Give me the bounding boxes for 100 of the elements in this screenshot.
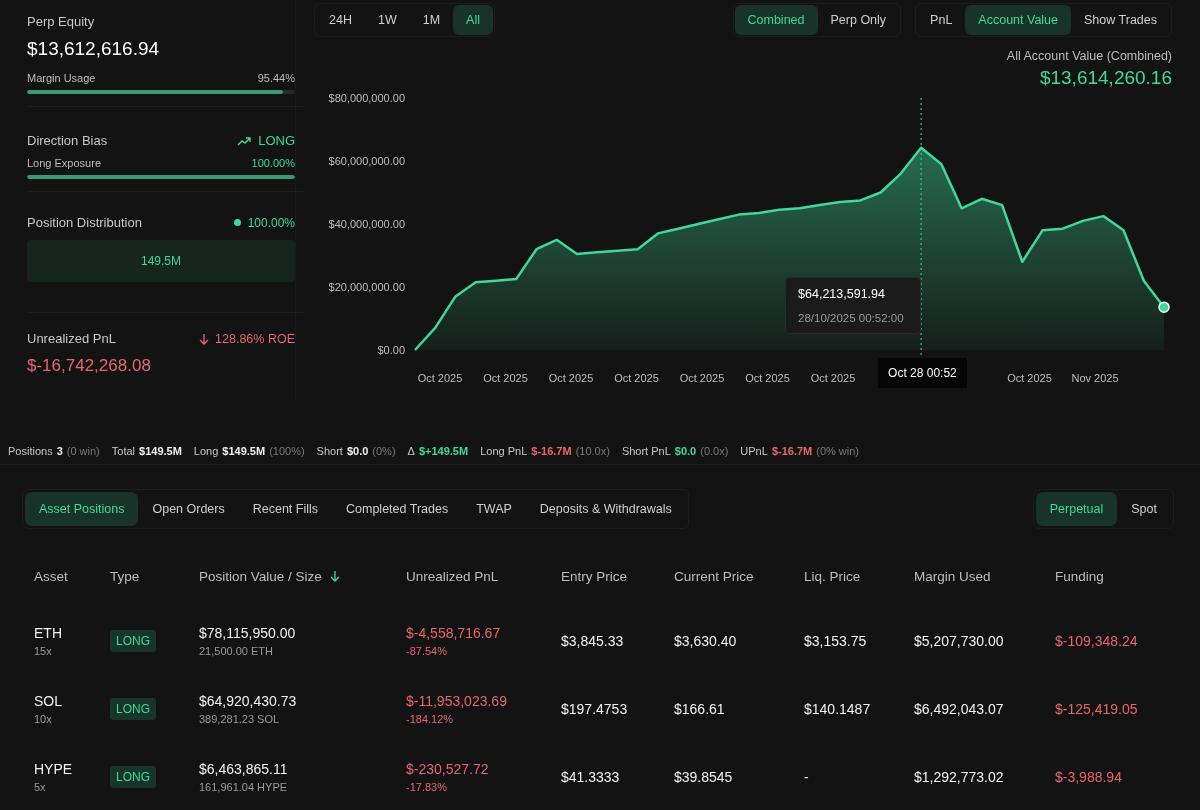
current-value: $13,614,260.16 bbox=[1038, 67, 1172, 89]
table-cell-text: $197.4753 bbox=[561, 701, 629, 717]
side-badge: LONG bbox=[110, 630, 156, 652]
table-cell-text: $3,153.75 bbox=[804, 633, 868, 649]
table-cell-text: $3,630.40 bbox=[674, 633, 738, 649]
axis-label: Oct 2025 bbox=[1007, 372, 1052, 384]
label: Position Distribution bbox=[27, 215, 142, 230]
toggle-button[interactable]: Show Trades bbox=[1071, 5, 1170, 35]
pnl-value: $-16,742,268.08 bbox=[27, 356, 152, 376]
pnl-percent: -184.12% bbox=[406, 713, 455, 725]
stat-label: Short PnL bbox=[621, 444, 671, 457]
stat-label: UPnL bbox=[740, 444, 768, 457]
label: Direction Bias bbox=[27, 133, 108, 148]
column-header: Current Price bbox=[674, 568, 754, 584]
axis-label: Oct 2025 bbox=[614, 372, 659, 384]
pnl-value: $-230,527.72 bbox=[406, 761, 490, 777]
column-header: Asset bbox=[34, 568, 68, 584]
tab[interactable]: Completed Trades bbox=[332, 492, 463, 526]
table-cell-text: $41.3333 bbox=[561, 769, 621, 785]
table-cell-text: $39.8545 bbox=[674, 769, 734, 785]
stat-label: Δ bbox=[407, 444, 415, 457]
equity-value: $13,612,616.94 bbox=[27, 38, 161, 60]
asset-name: ETH bbox=[34, 625, 63, 641]
column-header: Unrealized PnL bbox=[406, 568, 499, 584]
table-cell-text: - bbox=[804, 769, 810, 785]
tab[interactable]: Perpetual bbox=[1035, 492, 1118, 526]
table-cell-text: $166.61 bbox=[674, 701, 726, 717]
axis-label: Oct 2025 bbox=[483, 372, 528, 384]
label: Perp Equity bbox=[27, 14, 96, 29]
table-cell-text: $5,207,730.00 bbox=[914, 633, 1005, 649]
position-size: 161,961.04 HYPE bbox=[199, 781, 289, 793]
toggle-button[interactable]: 1W bbox=[364, 5, 410, 35]
stat-value: $0.0 bbox=[346, 444, 369, 457]
toggle-button[interactable]: Perp Only bbox=[817, 5, 900, 35]
arrow-down-icon bbox=[199, 332, 210, 345]
sort-arrow-icon[interactable] bbox=[329, 570, 340, 582]
funding-value: $-109,348.24 bbox=[1055, 633, 1139, 649]
stat-value: $-16.7M bbox=[531, 444, 572, 457]
direction-value: LONG bbox=[258, 133, 295, 148]
axis-label: Oct 2025 bbox=[548, 372, 594, 384]
chart-title: All Account Value (Combined) bbox=[1005, 49, 1172, 63]
leverage: 15x bbox=[34, 645, 53, 657]
roe-value: 128.86% ROE bbox=[215, 331, 295, 346]
pnl-value: $-11,953,023.69 bbox=[406, 693, 508, 709]
tab[interactable]: Recent Fills bbox=[238, 492, 333, 526]
percentage: 100.00% bbox=[251, 157, 295, 169]
column-header: Margin Used bbox=[914, 568, 991, 584]
toggle-button[interactable]: 24H bbox=[316, 5, 365, 35]
stat-label: Total bbox=[111, 444, 136, 457]
toggle-button[interactable]: All bbox=[453, 5, 493, 35]
stat-value: $0.0 bbox=[674, 444, 697, 457]
tab[interactable]: Spot bbox=[1117, 492, 1171, 526]
axis-label: Oct 2025 bbox=[417, 372, 463, 384]
asset-name: SOL bbox=[34, 693, 63, 709]
trend-up-icon bbox=[237, 135, 252, 146]
stat-note: (100%) bbox=[269, 444, 305, 457]
position-value: $64,920,430.73 bbox=[199, 693, 298, 709]
table-cell-text: $6,492,043.07 bbox=[914, 701, 1005, 717]
toggle-button[interactable]: PnL bbox=[917, 5, 966, 35]
tab[interactable]: Open Orders bbox=[138, 492, 239, 526]
label: Long Exposure bbox=[27, 157, 101, 169]
table-cell-text: $3,845.33 bbox=[561, 633, 625, 649]
axis-label: $0.00 bbox=[377, 344, 405, 356]
column-header: Entry Price bbox=[561, 568, 628, 584]
stat-note: (0 win) bbox=[66, 444, 100, 457]
stat-label: Short bbox=[316, 444, 343, 457]
toggle-button[interactable]: Account Value bbox=[965, 5, 1072, 35]
leverage: 5x bbox=[34, 781, 47, 793]
stat-value: 3 bbox=[56, 444, 63, 457]
stat-label: Positions bbox=[8, 444, 53, 457]
position-value: $6,463,865.11 bbox=[199, 761, 289, 777]
funding-value: $-125,419.05 bbox=[1055, 701, 1139, 717]
axis-label: Nov 2025 bbox=[1071, 372, 1119, 384]
toggle-button[interactable]: 1M bbox=[409, 5, 454, 35]
percentage: 95.44% bbox=[257, 72, 295, 84]
funding-value: $-3,988.94 bbox=[1055, 769, 1123, 785]
pnl-percent: -87.54% bbox=[406, 645, 448, 657]
pnl-value: $-4,558,716.67 bbox=[406, 625, 502, 641]
asset-name: HYPE bbox=[34, 761, 74, 777]
tab[interactable]: Deposits & Withdrawals bbox=[525, 492, 686, 526]
stat-note: (0.0x) bbox=[700, 444, 729, 457]
axis-label: $60,000,000.00 bbox=[328, 155, 405, 167]
cursor-label: Oct 28 00:52 bbox=[878, 358, 967, 388]
axis-label: Oct 2025 bbox=[810, 372, 856, 384]
axis-label: $20,000,000.00 bbox=[328, 281, 405, 293]
percentage: 100.00% bbox=[247, 215, 295, 230]
stat-note: (0%) bbox=[372, 444, 396, 457]
axis-label: Oct 2025 bbox=[745, 372, 790, 384]
axis-label: Oct 2025 bbox=[679, 372, 725, 384]
toggle-button[interactable]: Combined bbox=[734, 5, 818, 35]
stat-value: $+149.5M bbox=[418, 444, 469, 457]
position-size: 21,500.00 ETH bbox=[199, 645, 274, 657]
axis-label: $80,000,000.00 bbox=[328, 92, 405, 104]
tab[interactable]: TWAP bbox=[462, 492, 526, 526]
stat-note: (0% win) bbox=[816, 444, 860, 457]
tab[interactable]: Asset Positions bbox=[25, 492, 139, 526]
label: Unrealized PnL bbox=[27, 331, 116, 346]
stat-label: Long bbox=[193, 444, 219, 457]
label: Margin Usage bbox=[27, 72, 96, 84]
side-badge: LONG bbox=[110, 766, 156, 788]
